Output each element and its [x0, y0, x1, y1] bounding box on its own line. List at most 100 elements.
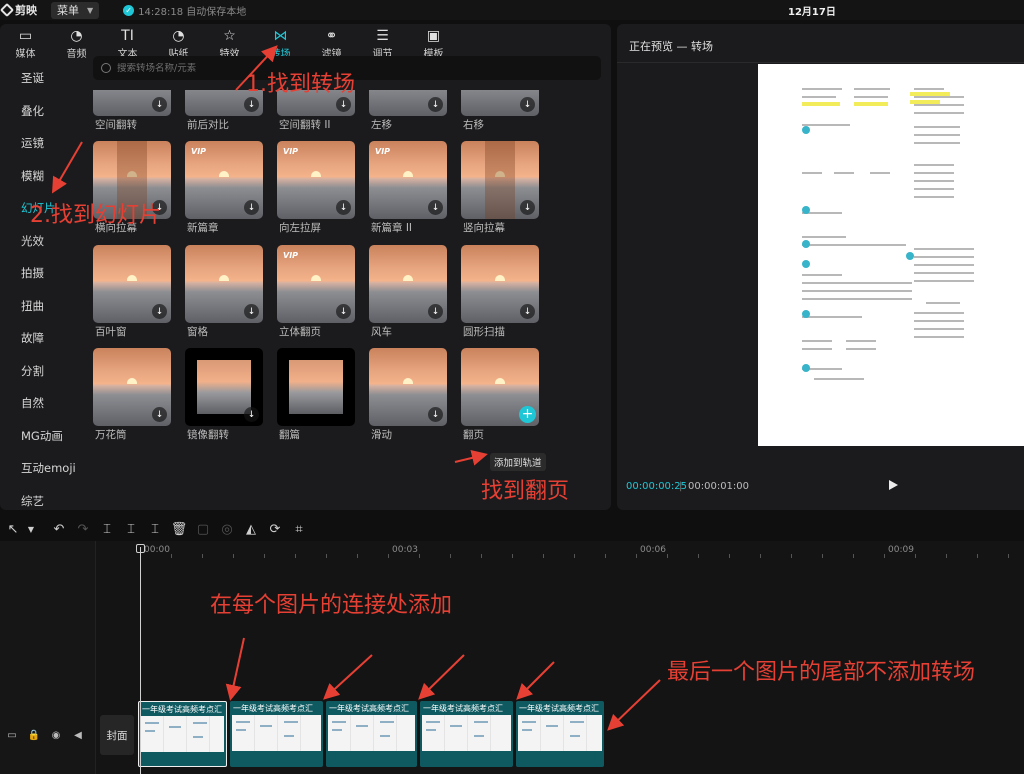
transition-item[interactable]: ↓ 窗格 — [185, 245, 263, 341]
play-reverse-icon[interactable]: ◎ — [216, 518, 238, 540]
download-icon[interactable]: ↓ — [336, 304, 351, 319]
sidebar-item[interactable]: 扭曲 — [0, 290, 82, 323]
menu-button[interactable]: 菜单 ▼ — [51, 1, 100, 19]
transition-item[interactable]: ↓ 滑动 — [369, 348, 447, 444]
add-to-track-icon[interactable]: + — [519, 406, 536, 423]
download-icon[interactable]: ↓ — [520, 200, 535, 215]
lock-icon[interactable]: 🔒 — [28, 729, 40, 741]
transition-thumbnail[interactable]: ↓ — [461, 141, 539, 219]
transition-thumbnail[interactable] — [277, 348, 355, 426]
transition-thumbnail[interactable]: ↓ — [369, 348, 447, 426]
undo-icon[interactable]: ↶ — [48, 518, 70, 540]
transition-item[interactable]: VIP ↓ 向左拉屏 — [277, 141, 355, 237]
transition-item[interactable]: ↓ 镜像翻转 — [185, 348, 263, 444]
transition-thumbnail[interactable]: ↓ — [185, 348, 263, 426]
document-text-line — [802, 348, 832, 350]
download-icon[interactable]: ↓ — [244, 200, 259, 215]
sidebar-item[interactable]: 故障 — [0, 322, 82, 355]
transition-thumbnail[interactable]: ↓ — [369, 245, 447, 323]
download-icon[interactable]: ↓ — [152, 97, 167, 112]
download-icon[interactable]: ↓ — [244, 407, 259, 422]
split-left-icon[interactable]: ⌶ — [120, 518, 142, 540]
sidebar-item[interactable]: 光效 — [0, 225, 82, 258]
playhead[interactable] — [140, 547, 141, 774]
download-icon[interactable]: ↓ — [152, 407, 167, 422]
tab-media[interactable]: ▭ 媒体 — [0, 24, 51, 62]
split-right-icon[interactable]: ⌶ — [144, 518, 166, 540]
split-icon[interactable]: ⌶ — [96, 518, 118, 540]
sidebar-item[interactable]: MG动画 — [0, 420, 82, 453]
download-icon[interactable]: ↓ — [428, 304, 443, 319]
download-icon[interactable]: ↓ — [520, 304, 535, 319]
transition-item[interactable]: ↓ 竖向拉幕 — [461, 141, 539, 237]
track-screen-icon[interactable]: ▭ — [6, 729, 18, 741]
sun-shape — [495, 275, 505, 281]
time-ruler[interactable]: 00:00 00:03 00:06 00:09 — [140, 545, 1024, 559]
timeline-toolbar: ↖ ▼ ↶ ↷ ⌶ ⌶ ⌶ 🗑 ▢ ◎ ◭ ⟳ ⌗ — [0, 517, 1024, 541]
play-icon[interactable] — [889, 480, 898, 490]
transition-item[interactable]: ↓ 左移 — [369, 90, 447, 134]
transition-item[interactable]: ↓ 圆形扫描 — [461, 245, 539, 341]
download-icon[interactable]: ↓ — [336, 200, 351, 215]
transition-thumbnail[interactable]: ↓ — [93, 348, 171, 426]
download-icon[interactable]: ↓ — [336, 97, 351, 112]
download-icon[interactable]: ↓ — [428, 97, 443, 112]
transition-thumbnail[interactable]: + — [461, 348, 539, 426]
download-icon[interactable]: ↓ — [152, 304, 167, 319]
transition-item[interactable]: 翻篇 — [277, 348, 355, 444]
rotate-icon[interactable]: ⟳ — [264, 518, 286, 540]
eye-icon[interactable]: ◉ — [50, 729, 62, 741]
video-clip[interactable]: 一年级考试高频考点汇 — [326, 701, 417, 767]
download-icon[interactable]: ↓ — [428, 200, 443, 215]
sidebar-item[interactable]: 综艺 — [0, 485, 82, 511]
transition-item[interactable]: + 翻页 — [461, 348, 539, 444]
sidebar-item[interactable]: 模糊 — [0, 160, 82, 193]
crop-icon[interactable]: ⌗ — [288, 518, 310, 540]
delete-icon[interactable]: 🗑 — [168, 518, 190, 540]
redo-icon[interactable]: ↷ — [72, 518, 94, 540]
video-clip[interactable]: 一年级考试高频考点汇 — [420, 701, 513, 767]
sidebar-item[interactable]: 互动emoji — [0, 452, 82, 485]
transition-item[interactable]: ↓ 万花筒 — [93, 348, 171, 444]
transition-item[interactable]: ↓ 百叶窗 — [93, 245, 171, 341]
transition-thumbnail[interactable]: ↓ — [369, 90, 447, 116]
video-clip[interactable]: 一年级考试高频考点汇 — [230, 701, 323, 767]
sidebar-item[interactable]: 自然 — [0, 387, 82, 420]
download-icon[interactable]: ↓ — [244, 304, 259, 319]
transition-label: 向左拉屏 — [279, 222, 321, 234]
sidebar-item[interactable]: 运镜 — [0, 127, 82, 160]
chevron-down-icon[interactable]: ▼ — [26, 518, 36, 540]
sidebar-item[interactable]: 叠化 — [0, 95, 82, 128]
transition-thumbnail[interactable]: ↓ — [185, 245, 263, 323]
volume-icon[interactable]: ◀ — [72, 729, 84, 741]
download-icon[interactable]: ↓ — [244, 97, 259, 112]
transition-thumbnail[interactable]: ↓ — [461, 245, 539, 323]
download-icon[interactable]: ↓ — [428, 407, 443, 422]
select-tool-icon[interactable]: ↖ — [2, 518, 24, 540]
transition-thumbnail[interactable]: VIP ↓ — [277, 245, 355, 323]
sidebar-item[interactable]: 分割 — [0, 355, 82, 388]
transition-item[interactable]: ↓ 空间翻转 — [93, 90, 171, 134]
document-text-line — [914, 256, 974, 258]
sidebar-item[interactable]: 圣诞 — [0, 62, 82, 95]
mirror-icon[interactable]: ◭ — [240, 518, 262, 540]
transition-thumbnail[interactable]: ↓ — [93, 245, 171, 323]
transition-thumbnail[interactable]: VIP ↓ — [369, 141, 447, 219]
frame-line — [193, 722, 207, 724]
transition-item[interactable]: VIP ↓ 立体翻页 — [277, 245, 355, 341]
transition-item[interactable]: ↓ 风车 — [369, 245, 447, 341]
transition-item[interactable]: VIP ↓ 新篇章 II — [369, 141, 447, 237]
transition-thumbnail[interactable]: VIP ↓ — [185, 141, 263, 219]
transition-thumbnail[interactable]: VIP ↓ — [277, 141, 355, 219]
transition-thumbnail[interactable]: ↓ — [93, 90, 171, 116]
cover-button[interactable]: 封面 — [100, 715, 134, 755]
download-icon[interactable]: ↓ — [520, 97, 535, 112]
vip-badge: VIP — [191, 147, 207, 156]
video-clip[interactable]: 一年级考试高频考点汇 — [516, 701, 604, 767]
transition-item[interactable]: VIP ↓ 新篇章 — [185, 141, 263, 237]
sidebar-item[interactable]: 拍摄 — [0, 257, 82, 290]
video-clip[interactable]: 一年级考试高频考点汇 — [138, 701, 227, 767]
transition-item[interactable]: ↓ 右移 — [461, 90, 539, 134]
transition-thumbnail[interactable]: ↓ — [461, 90, 539, 116]
freeze-icon[interactable]: ▢ — [192, 518, 214, 540]
